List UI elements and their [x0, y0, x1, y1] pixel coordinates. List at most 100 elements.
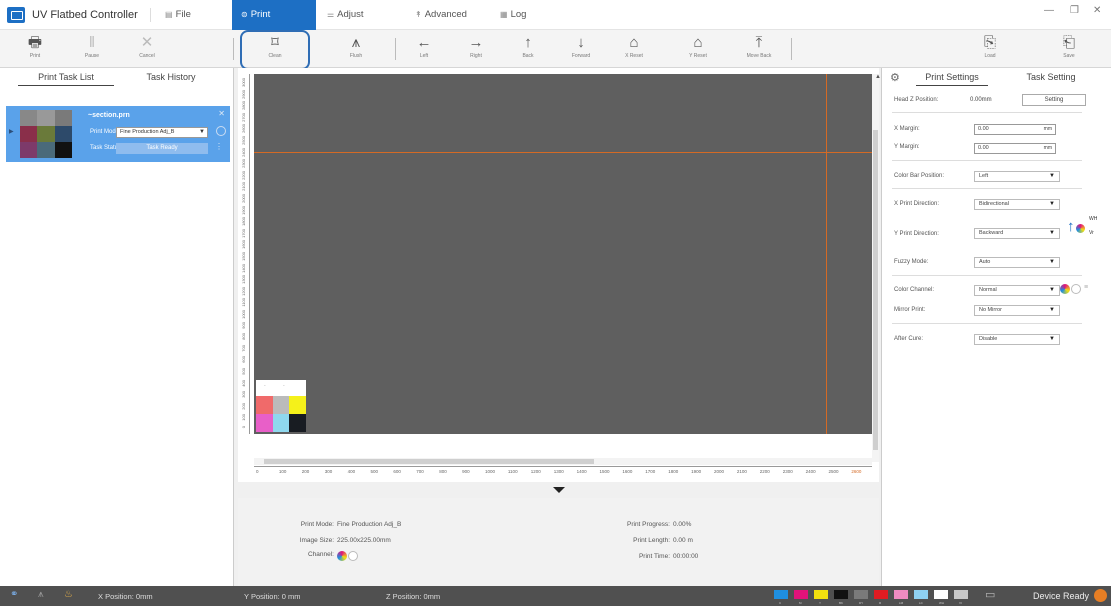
fuzzy-mode-select[interactable]: Auto ▼ — [974, 257, 1060, 268]
close-icon[interactable]: ✕ — [1093, 5, 1101, 16]
panel-toggle-icon[interactable]: ▲ — [875, 74, 881, 80]
pause-button[interactable]: ‖ Pause — [74, 33, 110, 65]
print-info-panel: Print Mode: Fine Production Adj_B Image … — [238, 498, 879, 586]
color-channel-select[interactable]: Normal ▼ — [974, 285, 1060, 296]
preview-area: 3000 2900 2800 2700 2600 2500 2400 2300 2200 2100… — [238, 68, 879, 482]
advanced-icon: ↟ — [415, 10, 422, 19]
expand-arrow-icon[interactable]: ▶ — [9, 128, 14, 135]
ruler-tick-label: 2600 — [851, 469, 862, 474]
file-icon: ▤ — [165, 10, 173, 19]
horizontal-scroll-thumb[interactable] — [264, 459, 594, 464]
back-button[interactable]: ↑ Back — [510, 33, 546, 65]
white-channel-icon — [1071, 284, 1081, 294]
image-preview[interactable] — [256, 396, 306, 432]
print-mode-select[interactable]: Fine Production Adj_B ▼ — [116, 127, 208, 138]
cancel-button[interactable]: ✕ Cancel — [129, 33, 165, 65]
x-margin-input[interactable]: 0.00 mm — [974, 124, 1056, 135]
color-bar-select[interactable]: Left ▼ — [974, 171, 1060, 182]
ruler-tick-label: 1000 — [485, 469, 496, 474]
x-direction-value: Bidirectional — [979, 201, 1009, 207]
minimize-icon[interactable]: — — [1044, 5, 1054, 16]
left-button[interactable]: ← Left — [406, 33, 442, 65]
flush-status-icon: ⩚ — [38, 589, 44, 600]
gear-icon[interactable]: ⚙ — [890, 71, 900, 84]
chevron-down-icon: ▼ — [1049, 336, 1055, 342]
task-card[interactable]: ▶ ~section.prn Print Mode Fine Productio… — [6, 106, 230, 162]
fuzzy-mode-value: Auto — [979, 259, 991, 265]
task-status-value: Task Ready — [116, 143, 208, 154]
task-option-icon[interactable] — [216, 126, 226, 136]
flush-button[interactable]: ⩚ Flush — [338, 33, 374, 65]
task-thumbnail — [20, 110, 72, 158]
ruler-tick-label: 2200 — [759, 469, 770, 474]
save-button[interactable]: ⎗ Save — [1051, 33, 1087, 65]
divider — [892, 188, 1082, 189]
tab-print-task-list[interactable]: Print Task List — [18, 72, 114, 86]
more-icon[interactable]: ⋮ — [215, 142, 223, 151]
ruler-tick-label: 0 — [256, 469, 259, 474]
home-x-icon: ⌂ — [629, 34, 639, 51]
vertical-scrollbar[interactable] — [872, 74, 879, 462]
tab-task-setting[interactable]: Task Setting — [1015, 72, 1087, 86]
y-direction-select[interactable]: Backward ▼ — [974, 228, 1060, 239]
print-canvas[interactable]: - - - ⊖⊕⛶⌗ — [254, 74, 872, 434]
print-button[interactable]: 🖶 Print — [17, 33, 53, 65]
close-task-icon[interactable]: ✕ — [218, 109, 225, 118]
ruler-tick-label: 1800 — [668, 469, 679, 474]
x-reset-button[interactable]: ⌂ X Reset — [616, 33, 652, 65]
tab-task-history[interactable]: Task History — [123, 72, 219, 86]
x-reset-button-label: X Reset — [625, 53, 643, 59]
chevron-down-icon: ▼ — [1049, 230, 1055, 236]
y-reset-button-label: Y Reset — [689, 53, 707, 59]
ruler-tick-label: 2200 — [241, 170, 246, 180]
ink-label: LC — [919, 601, 923, 605]
ruler-tick-label: 100 — [278, 469, 287, 474]
menu-advanced[interactable]: ↟ Advanced — [415, 0, 467, 30]
toolbar-divider — [791, 38, 792, 60]
menu-log-label: Log — [510, 9, 527, 20]
move-back-button[interactable]: ⤒ Move Back — [741, 33, 777, 65]
ruler-tick-label: 500 — [370, 469, 379, 474]
print-mode-select-value: Fine Production Adj_B — [120, 129, 175, 135]
menu-file[interactable]: ▤ File — [165, 0, 191, 30]
info-time-label: Print Time: — [638, 553, 670, 560]
vr-label: Vr — [1089, 230, 1094, 236]
color-channel-icon — [1060, 284, 1070, 294]
y-margin-input[interactable]: 0.00 mm — [974, 143, 1056, 154]
horizontal-scrollbar[interactable] — [254, 458, 872, 465]
title-bar: UV Flatbed Controller ▤ File ⊜ Print ⚌ Adju… — [0, 0, 1111, 30]
info-print-mode-value: Fine Production Adj_B — [337, 521, 402, 528]
restore-icon[interactable]: ❐ — [1070, 5, 1079, 16]
ruler-tick-label: 2500 — [828, 469, 839, 474]
ink-label: R — [879, 601, 882, 605]
menu-adjust[interactable]: ⚌ Adjust — [327, 0, 364, 30]
y-reset-button[interactable]: ⌂ Y Reset — [680, 33, 716, 65]
x-direction-select[interactable]: Bidirectional ▼ — [974, 199, 1060, 210]
ink-level-m — [794, 590, 808, 599]
info-progress-value: 0.00% — [673, 521, 692, 528]
forward-button[interactable]: ↓ Forward — [563, 33, 599, 65]
ruler-tick-label: 2700 — [241, 112, 246, 122]
vertical-ruler: 3000 2900 2800 2700 2600 2500 2400 2300 2200 2100… — [240, 74, 250, 434]
load-button[interactable]: ⎘ Load — [972, 33, 1008, 65]
x-direction-label: X Print Direction: — [894, 201, 940, 207]
adjust-icon: ⚌ — [327, 10, 335, 19]
collapse-arrow-icon[interactable] — [553, 487, 565, 493]
menu-print[interactable]: ⊜ Print — [232, 0, 316, 30]
right-button[interactable]: → Right — [458, 33, 494, 65]
x-margin-value: 0.00 — [978, 126, 989, 132]
menu-log[interactable]: ▦ Log — [500, 0, 526, 30]
setting-button[interactable]: Setting — [1022, 94, 1086, 106]
ruler-tick-label: 100 — [241, 414, 246, 422]
z-position: Z Position: 0mm — [386, 592, 441, 601]
ruler-tick-label: 2100 — [736, 469, 747, 474]
after-cure-select[interactable]: Disable ▼ — [974, 334, 1060, 345]
ink-level-lc — [914, 590, 928, 599]
vertical-scroll-thumb[interactable] — [873, 130, 878, 450]
y-margin-value: 0.00 — [978, 145, 989, 151]
mirror-print-select[interactable]: No Mirror ▼ — [974, 305, 1060, 316]
home-y-icon: ⌂ — [693, 34, 703, 51]
ink-level-wh — [934, 590, 948, 599]
menu-adjust-label: Adjust — [337, 9, 364, 20]
tab-print-settings[interactable]: Print Settings — [916, 72, 988, 86]
